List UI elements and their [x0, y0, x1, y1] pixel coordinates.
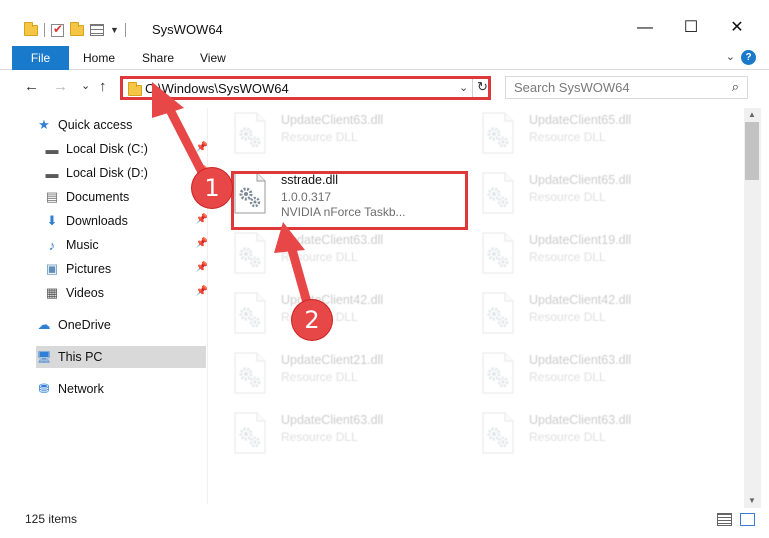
annotation-arrows [152, 82, 313, 311]
arrow-to-file [274, 222, 313, 311]
callout-1: 1 [192, 168, 232, 208]
callout-2: 2 [292, 300, 332, 340]
arrow-to-address-bar [152, 82, 209, 181]
